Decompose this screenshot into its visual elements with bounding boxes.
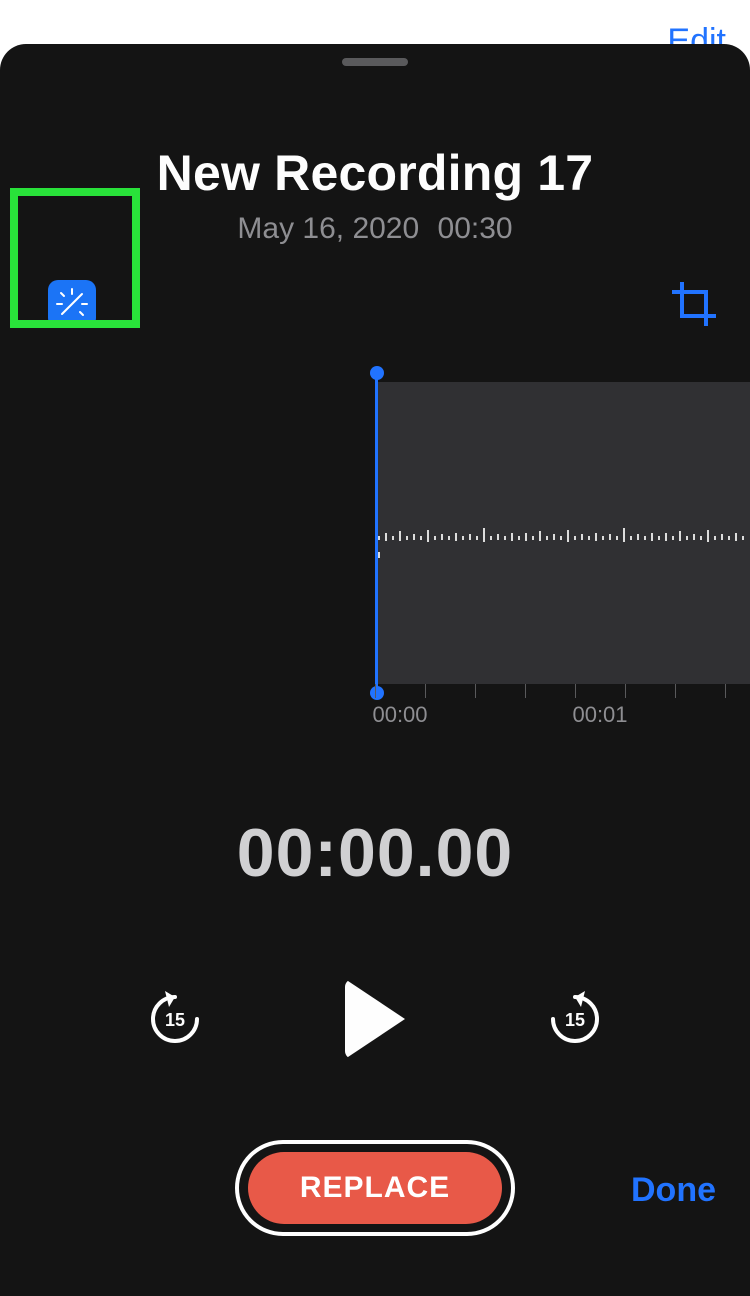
svg-text:15: 15	[565, 1010, 585, 1030]
replay-15-icon: 15	[145, 989, 205, 1049]
recording-duration: 00:30	[438, 212, 513, 245]
ruler-label: 00:00	[372, 702, 427, 728]
play-button[interactable]	[345, 979, 405, 1059]
recording-title[interactable]: New Recording 17	[0, 144, 750, 202]
svg-text:15: 15	[165, 1010, 185, 1030]
recording-date: May 16, 2020	[237, 212, 419, 245]
sheet-grabber[interactable]	[342, 58, 408, 66]
playhead[interactable]	[375, 372, 378, 694]
forward-15-icon: 15	[545, 989, 605, 1049]
wand-icon	[54, 286, 90, 322]
replace-button[interactable]: REPLACE	[235, 1140, 515, 1236]
ruler-label: 00:01	[572, 702, 627, 728]
playback-controls: 15 15	[0, 974, 750, 1064]
current-time-display: 00:00.00	[0, 814, 750, 892]
crop-icon	[670, 280, 718, 328]
replace-button-label: REPLACE	[248, 1152, 502, 1224]
skip-back-15-button[interactable]: 15	[145, 989, 205, 1049]
enhance-recording-button[interactable]	[48, 280, 96, 328]
recording-subline: May 16, 2020 00:30	[0, 212, 750, 246]
waveform-area[interactable]	[0, 382, 750, 684]
waveform-ticks	[378, 530, 750, 536]
trim-button[interactable]	[670, 280, 718, 328]
recording-edit-sheet: New Recording 17 May 16, 2020 00:30	[0, 44, 750, 1296]
done-button[interactable]: Done	[631, 1171, 716, 1210]
timeline-ruler[interactable]: 00:00 00:01	[0, 684, 750, 736]
skip-forward-15-button[interactable]: 15	[545, 989, 605, 1049]
